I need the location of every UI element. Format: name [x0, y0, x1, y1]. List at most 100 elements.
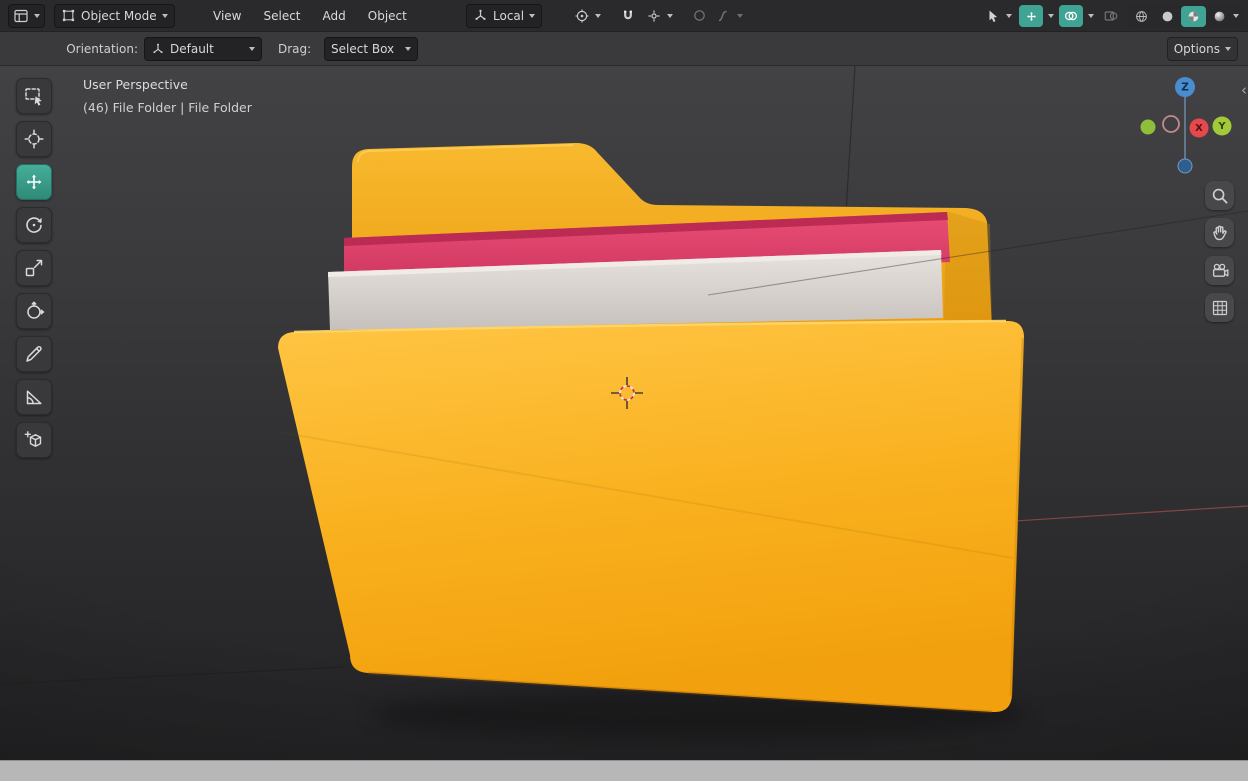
mode-dropdown[interactable]: Object Mode [54, 3, 175, 28]
camera-view-button[interactable] [1205, 256, 1234, 285]
scene-3d: Z X Y [0, 66, 1248, 739]
transform-tool-icon [27, 301, 45, 319]
chevron-down-icon [34, 13, 40, 18]
measure-tool-button[interactable] [16, 379, 52, 415]
rotate-tool-button[interactable] [16, 207, 52, 243]
falloff-curve-icon [718, 10, 727, 21]
move-tool-button[interactable] [16, 164, 52, 200]
shading-wireframe-button[interactable] [1129, 6, 1154, 27]
wireframe-shading-icon [1136, 10, 1147, 22]
transform-tool-button[interactable] [16, 293, 52, 329]
chevron-down-icon [405, 46, 411, 51]
show-gizmo-icon [1026, 11, 1036, 21]
snap-target-dropdown[interactable] [644, 4, 675, 28]
chevron-down-icon [667, 13, 673, 18]
object-mode-icon [62, 9, 75, 22]
add-cube-icon [24, 431, 42, 447]
sidebar-toggle-arrow[interactable]: ‹ [1241, 81, 1247, 99]
shading-solid-button[interactable] [1155, 6, 1180, 27]
menu-view[interactable]: View [204, 6, 250, 26]
shading-mode-group [1128, 4, 1242, 28]
axis-z-label: Z [1181, 82, 1189, 94]
folder-object[interactable] [277, 143, 1248, 739]
axis-y-neg-handle[interactable] [1140, 119, 1156, 135]
options-label: Options [1173, 41, 1220, 56]
material-shading-icon [1188, 11, 1199, 21]
snap-increment-icon [648, 10, 660, 21]
falloff-dropdown[interactable] [714, 4, 745, 28]
orientation-label: Orientation: [66, 41, 138, 56]
folder-front [278, 320, 1024, 713]
annotate-tool-button[interactable] [16, 336, 52, 372]
transform-orientation-dropdown[interactable]: Local [466, 3, 543, 28]
xray-icon [1104, 11, 1118, 21]
gizmo-extras-dropdown[interactable] [983, 4, 1014, 28]
rendered-shading-icon [1214, 11, 1225, 21]
proportional-editing-icon [694, 10, 705, 21]
orientation-value: Default [170, 41, 214, 56]
orthographic-toggle-button[interactable] [1205, 293, 1234, 322]
header-right-cluster [983, 0, 1242, 32]
chevron-down-icon [737, 13, 743, 18]
pointer-dropdown-icon [989, 10, 998, 22]
snap-magnet-icon [624, 10, 632, 19]
drag-mode-dropdown[interactable]: Select Box [324, 36, 418, 61]
scale-tool-button[interactable] [16, 250, 52, 286]
show-overlays-toggle[interactable] [1059, 5, 1083, 27]
zoom-icon [1212, 188, 1227, 203]
axis-x-neg-handle[interactable] [1162, 115, 1180, 133]
selection-info-label: (46) File Folder | File Folder [83, 100, 252, 115]
chevron-down-icon [1006, 14, 1012, 18]
orthographic-grid-icon [1212, 300, 1227, 315]
viewport-canvas[interactable]: Z X Y User Perspective (46) File Folder … [0, 66, 1248, 760]
chevron-down-icon[interactable] [1233, 14, 1239, 18]
menu-object[interactable]: Object [359, 6, 416, 26]
orientation-value: Local [493, 8, 525, 23]
chevron-down-icon [529, 13, 536, 18]
chevron-down-icon [1225, 46, 1231, 51]
select-box-icon [25, 88, 42, 106]
pivot-point-dropdown[interactable] [572, 4, 603, 28]
snap-toggle-button[interactable] [618, 4, 638, 28]
cursor-tool-icon [24, 129, 44, 149]
solid-shading-icon [1162, 11, 1173, 21]
status-bar [0, 760, 1248, 781]
options-dropdown[interactable]: Options [1166, 36, 1238, 61]
annotate-tool-icon [26, 346, 42, 362]
chevron-down-icon[interactable] [1088, 14, 1094, 18]
proportional-edit-toggle[interactable] [690, 4, 709, 28]
menu-select[interactable]: Select [254, 6, 309, 26]
menu-bar: View Select Add Object [204, 0, 416, 32]
select-box-tool-button[interactable] [16, 78, 52, 114]
show-overlays-icon [1064, 11, 1078, 21]
axis-y-label: Y [1217, 121, 1226, 132]
chevron-down-icon [161, 13, 168, 18]
chevron-down-icon [249, 46, 255, 51]
add-cube-tool-button[interactable] [16, 422, 52, 458]
shading-rendered-button[interactable] [1207, 6, 1232, 27]
editor-type-button[interactable] [8, 3, 45, 28]
transform-orientation-icon [153, 43, 163, 53]
x-axis-line [1014, 505, 1248, 522]
orientation-default-dropdown[interactable]: Default [144, 36, 262, 61]
zoom-button[interactable] [1205, 181, 1234, 210]
move-tool-icon [26, 174, 42, 190]
shading-material-button[interactable] [1181, 5, 1206, 27]
menu-add[interactable]: Add [314, 6, 355, 26]
pan-button[interactable] [1205, 218, 1234, 247]
toggle-xray-button[interactable] [1099, 5, 1123, 27]
cursor-tool-button[interactable] [16, 121, 52, 157]
pan-hand-icon [1212, 225, 1227, 240]
viewport-header: Object Mode View Select Add Object Local [0, 0, 1248, 32]
axis-z-neg-handle[interactable] [1177, 158, 1193, 174]
axis-x-label: X [1195, 123, 1203, 134]
navigation-gizmo[interactable]: Z X Y [1140, 77, 1232, 174]
editor-type-icon [14, 9, 28, 22]
show-gizmo-toggle[interactable] [1019, 5, 1043, 27]
pivot-point-icon [575, 9, 589, 22]
chevron-down-icon[interactable] [1048, 14, 1054, 18]
chevron-down-icon [595, 13, 601, 18]
measure-tool-icon [26, 390, 42, 405]
tool-shelf [16, 78, 52, 465]
tool-settings-bar: Orientation: Default Drag: Select Box Op… [0, 32, 1248, 66]
